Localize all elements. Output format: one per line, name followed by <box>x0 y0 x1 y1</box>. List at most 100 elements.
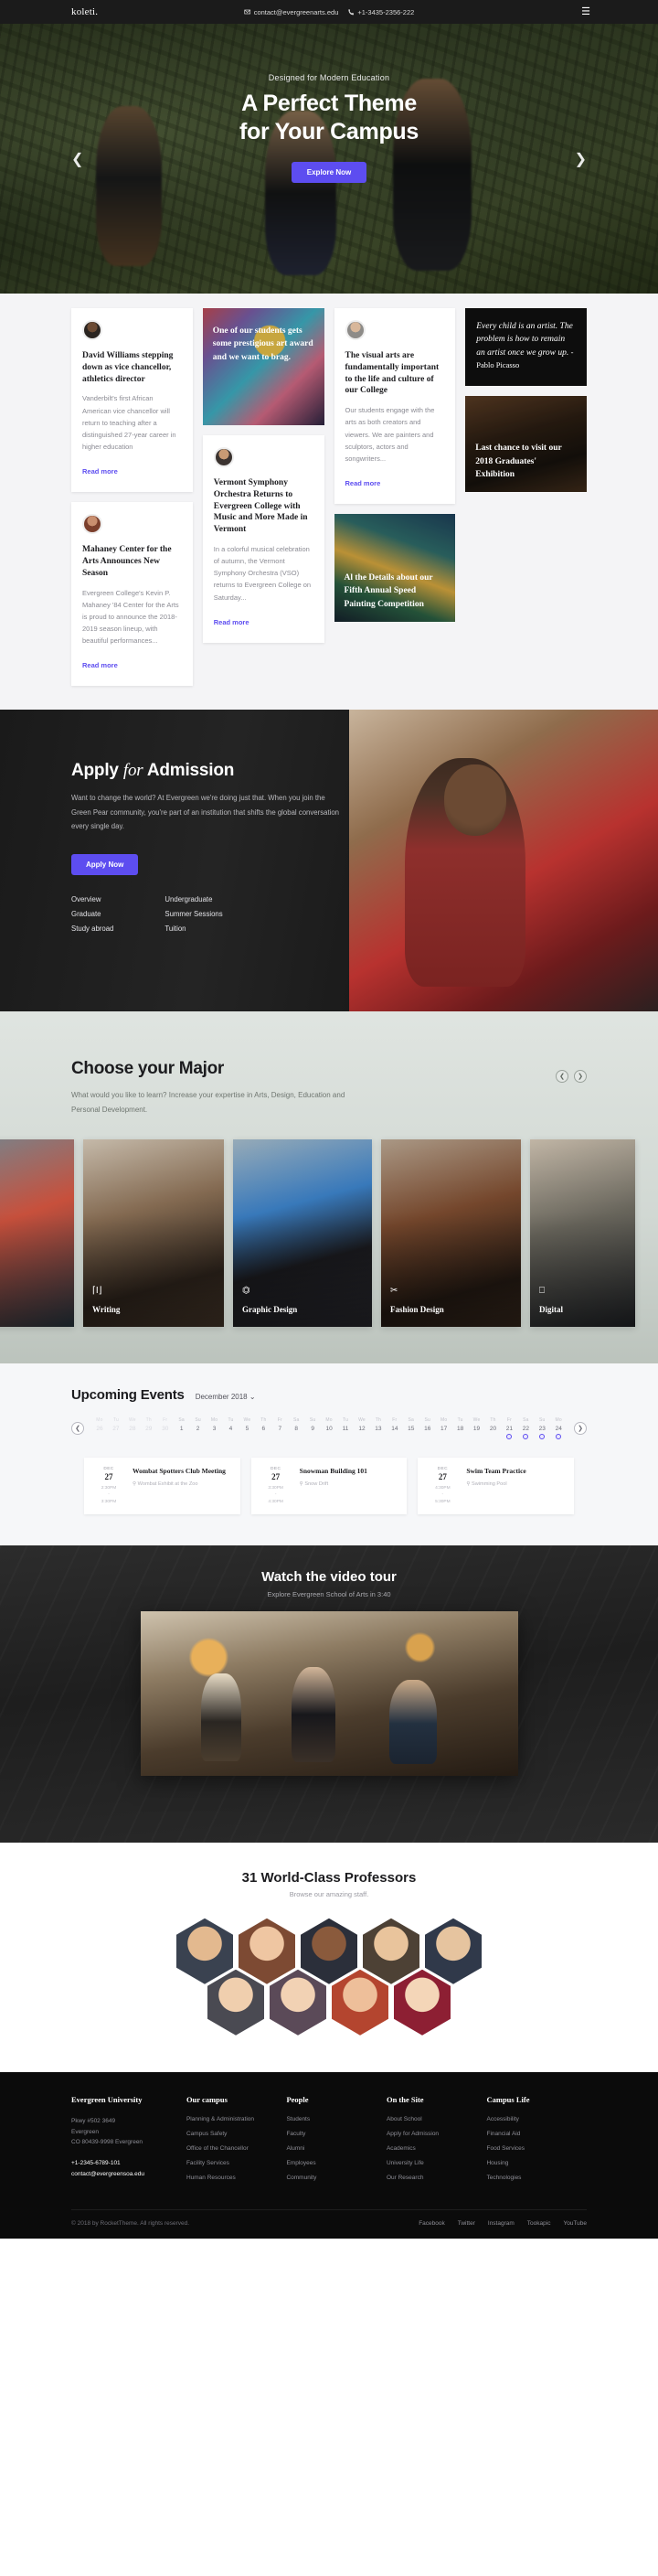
hamburger-menu-icon[interactable]: ☰ <box>581 6 590 17</box>
calendar-day[interactable]: Su 16 <box>419 1417 436 1439</box>
news-image-card[interactable]: One of our students gets some prestigiou… <box>202 308 324 425</box>
read-more-link[interactable]: Read more <box>345 479 381 487</box>
footer-link[interactable]: Faculty <box>286 2131 387 2137</box>
calendar-day[interactable]: We 28 <box>124 1417 141 1439</box>
calendar-day[interactable]: Tu 27 <box>108 1417 124 1439</box>
calendar-day[interactable]: Tu 18 <box>452 1417 469 1439</box>
professor-avatar[interactable] <box>207 1969 264 2036</box>
calendar-day[interactable]: Fr 14 <box>387 1417 403 1439</box>
footer-link[interactable]: Campus Safety <box>186 2131 287 2137</box>
majors-next-arrow[interactable]: ❯ <box>574 1070 587 1084</box>
footer-social-link[interactable]: Instagram <box>488 2220 515 2227</box>
admission-link[interactable]: Tuition <box>164 925 222 933</box>
calendar-day[interactable]: Mo 3 <box>207 1417 223 1439</box>
major-card-writing[interactable]: ⌈I⌋ Writing <box>83 1139 224 1328</box>
footer-link[interactable]: Facility Services <box>186 2160 287 2166</box>
calendar-day[interactable]: Mo 10 <box>321 1417 337 1439</box>
footer-social-link[interactable]: YouTube <box>563 2220 587 2227</box>
read-more-link[interactable]: Read more <box>82 467 118 476</box>
calendar-day[interactable]: Mo 26 <box>91 1417 108 1439</box>
video-player[interactable] <box>140 1610 518 1776</box>
major-card-digital[interactable]: ⎕ Digital <box>530 1139 635 1328</box>
footer-link[interactable]: Office of the Chancellor <box>186 2145 287 2152</box>
footer-link[interactable]: Planning & Administration <box>186 2116 287 2122</box>
professor-avatar[interactable] <box>270 1969 326 2036</box>
topbar-phone[interactable]: +1-3435-2356-222 <box>357 8 414 16</box>
read-more-link[interactable]: Read more <box>82 661 118 669</box>
footer-link[interactable]: Technologies <box>486 2175 587 2181</box>
calendar-day[interactable]: We 12 <box>354 1417 370 1439</box>
event-card[interactable]: DEC 27 2:30PM -3:30PM Wombat Spotters Club M… <box>84 1458 240 1514</box>
calendar-day[interactable]: Su 9 <box>304 1417 321 1439</box>
footer-social-link[interactable]: Twitter <box>458 2220 475 2227</box>
news-card[interactable]: Vermont Symphony Orchestra Returns to Ev… <box>202 435 324 643</box>
admission-link[interactable]: Summer Sessions <box>164 910 222 918</box>
calendar-day[interactable]: Th 29 <box>141 1417 157 1439</box>
footer-link[interactable]: Human Resources <box>186 2175 287 2181</box>
calendar-day[interactable]: Th 6 <box>255 1417 271 1439</box>
footer-social-link[interactable]: Tookapic <box>527 2220 551 2227</box>
footer-link[interactable]: Housing <box>486 2160 587 2166</box>
admission-link[interactable]: Overview <box>71 895 113 903</box>
footer-email[interactable]: contact@evergreensoa.edu <box>71 2169 186 2180</box>
read-more-link[interactable]: Read more <box>214 618 249 626</box>
calendar-day[interactable]: Sa 15 <box>403 1417 419 1439</box>
calendar-day[interactable]: Tu 11 <box>337 1417 354 1439</box>
news-card[interactable]: Mahaney Center for the Arts Announces Ne… <box>71 502 193 687</box>
event-card[interactable]: DEC 27 4:30PM -5:30PM Swim Team Practice ⚲ Sw… <box>418 1458 575 1514</box>
footer-link[interactable]: Employees <box>286 2160 387 2166</box>
admission-link[interactable]: Study abroad <box>71 925 113 933</box>
professor-avatar[interactable] <box>394 1969 451 2036</box>
calendar-prev-arrow[interactable]: ❮ <box>71 1422 84 1436</box>
footer-link[interactable]: Alumni <box>286 2145 387 2152</box>
news-card[interactable]: The visual arts are fundamentally import… <box>334 308 456 504</box>
apply-now-button[interactable]: Apply Now <box>71 853 139 875</box>
calendar-day[interactable]: Sa 1 <box>174 1417 190 1439</box>
admission-link[interactable]: Graduate <box>71 910 113 918</box>
footer-link[interactable]: About School <box>387 2116 487 2122</box>
professor-avatar[interactable] <box>332 1969 388 2036</box>
explore-now-button[interactable]: Explore Now <box>291 162 367 183</box>
major-card[interactable] <box>0 1139 74 1328</box>
calendar-day[interactable]: Tu 4 <box>223 1417 239 1439</box>
news-card[interactable]: David Williams stepping down as vice cha… <box>71 308 193 493</box>
site-logo[interactable]: koleti. <box>71 6 98 17</box>
calendar-day[interactable]: Mo 17 <box>436 1417 452 1439</box>
footer-link[interactable]: Our Research <box>387 2175 487 2181</box>
topbar-email[interactable]: contact@evergreenarts.edu <box>254 8 339 16</box>
calendar-day[interactable]: Fr 7 <box>271 1417 288 1439</box>
hero-prev-arrow[interactable]: ❮ <box>71 150 83 168</box>
footer-link[interactable]: Apply for Admission <box>387 2131 487 2137</box>
hero-next-arrow[interactable]: ❯ <box>575 150 587 168</box>
calendar-day[interactable]: We 5 <box>239 1417 255 1439</box>
majors-prev-arrow[interactable]: ❮ <box>556 1070 568 1084</box>
majors-carousel[interactable]: ⌈I⌋ Writing ⏣ Graphic Design ✂ Fashion D… <box>0 1139 658 1363</box>
calendar-day[interactable]: Sa 8 <box>288 1417 304 1439</box>
calendar-day[interactable]: We 19 <box>469 1417 485 1439</box>
calendar-day[interactable]: Mo 24 <box>550 1417 567 1440</box>
footer-link[interactable]: University Life <box>387 2160 487 2166</box>
admission-link[interactable]: Undergraduate <box>164 895 222 903</box>
footer-link[interactable]: Academics <box>387 2145 487 2152</box>
footer-link[interactable]: Accessibility <box>486 2116 587 2122</box>
calendar-day[interactable]: Fr 30 <box>157 1417 174 1439</box>
calendar-day[interactable]: Th 20 <box>485 1417 502 1439</box>
major-card-graphic-design[interactable]: ⏣ Graphic Design <box>233 1139 372 1328</box>
news-image-card[interactable]: Last chance to visit our 2018 Graduates'… <box>465 396 587 492</box>
news-image-card[interactable]: Al the Details about our Fifth Annual Sp… <box>334 513 456 622</box>
footer-link[interactable]: Students <box>286 2116 387 2122</box>
footer-link[interactable]: Food Services <box>486 2145 587 2152</box>
footer-link[interactable]: Community <box>286 2175 387 2181</box>
calendar-day[interactable]: Su 2 <box>190 1417 207 1439</box>
calendar-day[interactable]: Sa 22 <box>517 1417 534 1440</box>
events-month-selector[interactable]: December 2018 ⌄ <box>196 1393 256 1401</box>
major-card-fashion-design[interactable]: ✂ Fashion Design <box>381 1139 521 1328</box>
footer-link[interactable]: Financial Aid <box>486 2131 587 2137</box>
calendar-day[interactable]: Su 23 <box>534 1417 550 1440</box>
footer-phone[interactable]: +1-2345-6789-101 <box>71 2158 186 2169</box>
calendar-next-arrow[interactable]: ❯ <box>574 1422 587 1436</box>
event-card[interactable]: DEC 27 3:30PM -4:30PM Snowman Building 101 ⚲ … <box>250 1458 408 1514</box>
calendar-day[interactable]: Fr 21 <box>501 1417 517 1440</box>
calendar-day[interactable]: Th 13 <box>370 1417 387 1439</box>
footer-social-link[interactable]: Facebook <box>419 2220 445 2227</box>
